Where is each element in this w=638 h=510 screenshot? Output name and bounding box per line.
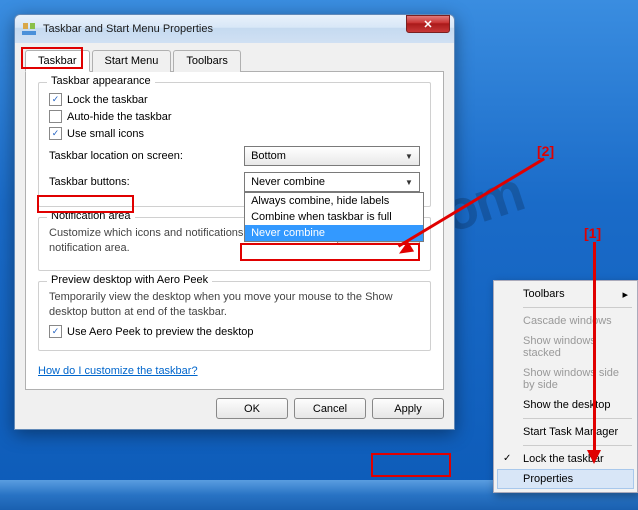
dropdown-buttons-value: Never combine <box>251 176 325 188</box>
group-title-notification: Notification area <box>47 210 135 222</box>
group-peek: Preview desktop with Aero Peek Temporari… <box>38 281 431 352</box>
ctx-side[interactable]: Show windows side by side <box>497 363 634 395</box>
label-lock: Lock the taskbar <box>67 94 148 106</box>
separator <box>523 445 632 446</box>
dialog-title: Taskbar and Start Menu Properties <box>43 23 406 35</box>
label-autohide: Auto-hide the taskbar <box>67 111 172 123</box>
peek-desc: Temporarily view the desktop when you mo… <box>49 290 420 320</box>
dialog-buttons: OK Cancel Apply <box>25 398 444 419</box>
taskbar-context-menu: Toolbars Cascade windows Show windows st… <box>493 280 638 493</box>
option-always-combine[interactable]: Always combine, hide labels <box>245 193 423 209</box>
tab-row: Taskbar Start Menu Toolbars <box>25 49 444 72</box>
annotation-label-1: [1] <box>584 225 601 241</box>
separator <box>523 307 632 308</box>
cancel-button[interactable]: Cancel <box>294 398 366 419</box>
ctx-taskmgr[interactable]: Start Task Manager <box>497 422 634 442</box>
app-icon <box>21 21 37 37</box>
ok-button[interactable]: OK <box>216 398 288 419</box>
chevron-down-icon: ▼ <box>401 149 417 163</box>
ctx-cascade[interactable]: Cascade windows <box>497 311 634 331</box>
checkbox-autohide[interactable] <box>49 110 62 123</box>
dropdown-buttons-list: Always combine, hide labels Combine when… <box>244 192 424 242</box>
titlebar[interactable]: Taskbar and Start Menu Properties ✕ <box>15 15 454 43</box>
group-title-peek: Preview desktop with Aero Peek <box>47 274 212 286</box>
separator <box>523 418 632 419</box>
dropdown-location-value: Bottom <box>251 150 286 162</box>
option-combine-full[interactable]: Combine when taskbar is full <box>245 209 423 225</box>
tab-toolbars[interactable]: Toolbars <box>173 50 241 72</box>
ctx-properties[interactable]: Properties <box>497 469 634 489</box>
close-icon: ✕ <box>423 18 432 31</box>
tab-startmenu[interactable]: Start Menu <box>92 50 172 72</box>
annotation-box-apply <box>371 453 451 477</box>
checkbox-lock[interactable]: ✓ <box>49 93 62 106</box>
annotation-arrow-1 <box>593 242 596 452</box>
label-small: Use small icons <box>67 128 144 140</box>
ctx-stacked[interactable]: Show windows stacked <box>497 331 634 363</box>
annotation-arrowhead-1 <box>587 450 601 464</box>
tab-taskbar[interactable]: Taskbar <box>25 50 90 72</box>
checkbox-small[interactable]: ✓ <box>49 127 62 140</box>
group-appearance: Taskbar appearance ✓Lock the taskbar Aut… <box>38 82 431 207</box>
option-never-combine[interactable]: Never combine <box>245 225 423 241</box>
ctx-desktop[interactable]: Show the desktop <box>497 395 634 415</box>
dropdown-location[interactable]: Bottom ▼ <box>244 146 420 166</box>
ctx-toolbars[interactable]: Toolbars <box>497 284 634 304</box>
label-peek: Use Aero Peek to preview the desktop <box>67 326 254 338</box>
close-button[interactable]: ✕ <box>406 15 450 33</box>
checkbox-peek[interactable]: ✓ <box>49 325 62 338</box>
properties-dialog: Taskbar and Start Menu Properties ✕ Task… <box>14 14 455 430</box>
dropdown-buttons[interactable]: Never combine ▼ Always combine, hide lab… <box>244 172 420 192</box>
chevron-down-icon: ▼ <box>401 175 417 189</box>
ctx-lock[interactable]: ✓Lock the taskbar <box>497 449 634 469</box>
apply-button[interactable]: Apply <box>372 398 444 419</box>
label-buttons: Taskbar buttons: <box>49 176 244 188</box>
tab-content: Taskbar appearance ✓ Lock the taskbar Aut… <box>25 72 444 390</box>
check-icon: ✓ <box>503 453 511 464</box>
annotation-label-2: [2] <box>537 143 554 159</box>
help-link[interactable]: How do I customize the taskbar? <box>38 365 198 377</box>
label-location: Taskbar location on screen: <box>49 150 244 162</box>
group-title-appearance: Taskbar appearance <box>47 75 155 87</box>
